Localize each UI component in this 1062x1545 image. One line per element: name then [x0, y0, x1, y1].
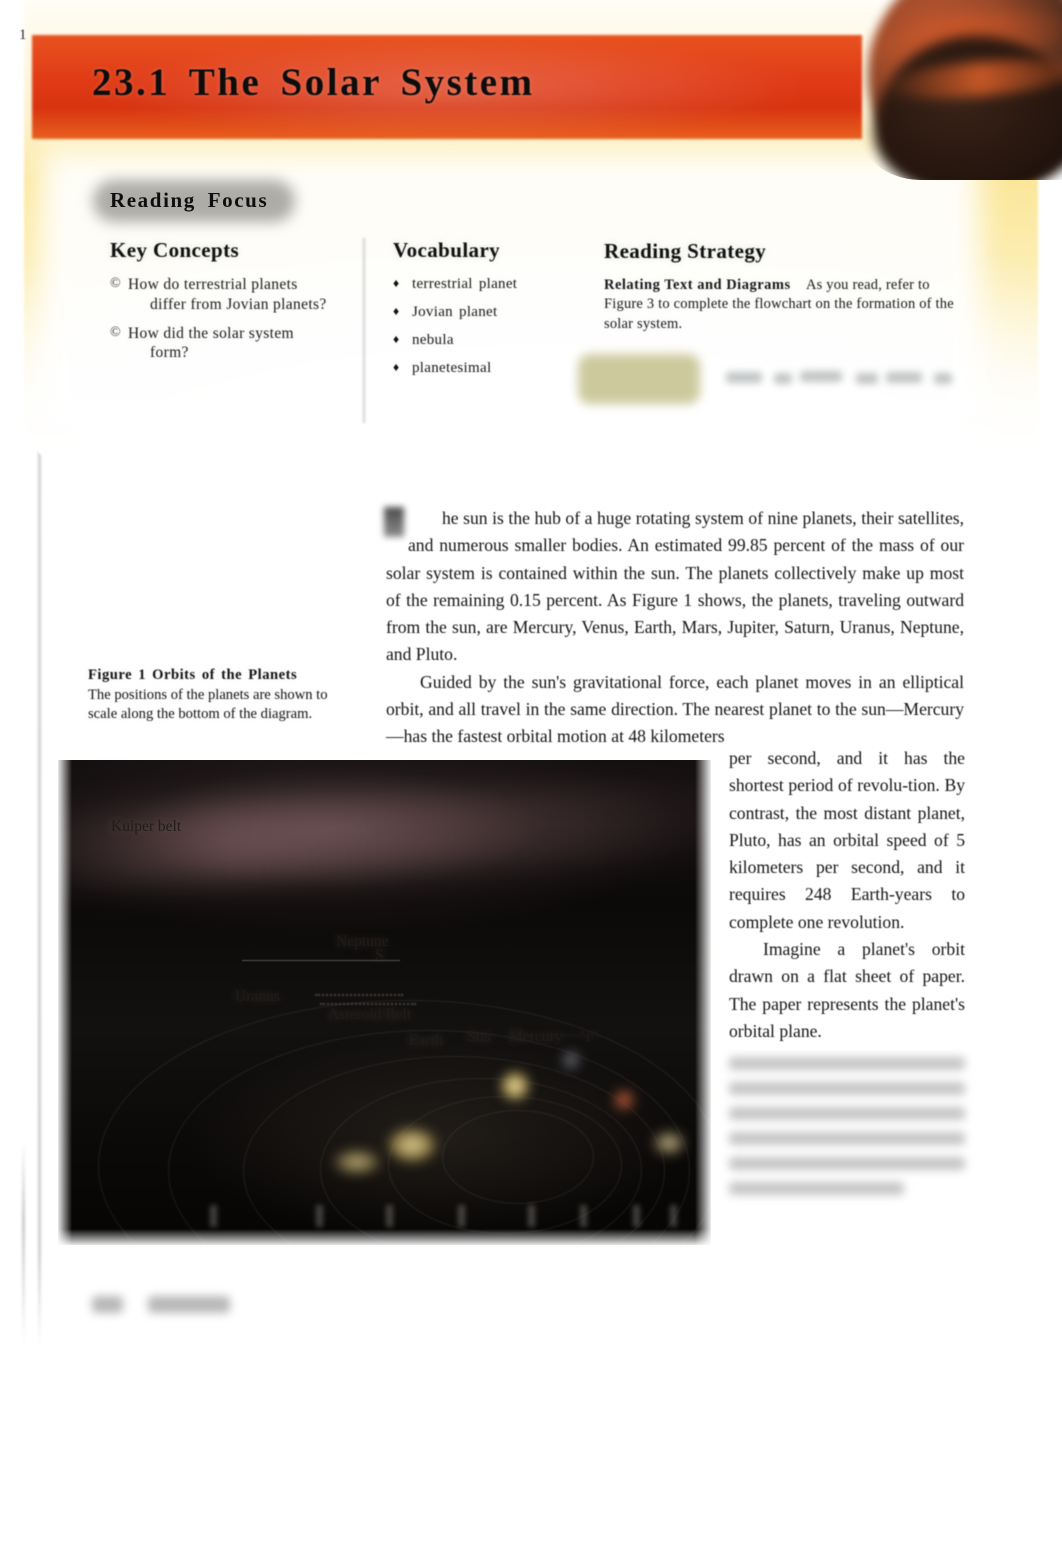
vocabulary-term: terrestrial planet — [412, 276, 518, 292]
page-title: 23.1 The Solar System — [92, 61, 535, 104]
reading-strategy-body: Relating Text and Diagrams As you read, … — [604, 276, 954, 334]
diamond-bullet-icon: ♦ — [393, 360, 400, 374]
textbook-page: 23.1 The Solar System 1 Reading Focus Ke… — [0, 0, 1062, 1545]
vocabulary-term: planetesimal — [412, 360, 492, 376]
drop-cap-letter — [384, 507, 404, 537]
figure-label-uranus: Uranus — [235, 988, 280, 1005]
left-margin-rule-lower — [22, 1140, 25, 1345]
vocabulary-item: ♦ terrestrial planet — [393, 275, 583, 293]
diamond-bullet-icon: ♦ — [393, 276, 400, 290]
key-concept-bullet-icon: © — [110, 324, 121, 340]
key-concept-item: © How did the solar system form? — [110, 324, 345, 364]
body-paragraph-3: Imagine a planet's orbit drawn on a flat… — [729, 939, 965, 1041]
key-concepts-heading: Key Concepts — [110, 238, 240, 262]
body-paragraph-1: he sun is the hub of a huge rotating sys… — [384, 507, 964, 665]
key-concept-line1: How did the solar system — [128, 324, 294, 342]
figure-label-earth: Earth — [409, 1032, 443, 1049]
body-paragraph-block: he sun is the hub of a huge rotating sys… — [384, 505, 964, 751]
vocabulary-heading: Vocabulary — [393, 238, 501, 262]
figure-caption: Figure 1 Orbits of the Planets The posit… — [88, 666, 338, 725]
vocabulary-column: Vocabulary ♦ terrestrial planet ♦ Jovian… — [393, 238, 583, 387]
flowchart-box — [578, 354, 700, 404]
reading-strategy-column: Reading Strategy Relating Text and Diagr… — [604, 239, 954, 334]
figure-caption-title: Figure 1 Orbits of the Planets — [88, 667, 298, 683]
figure-label-kuiper-belt: Kuiper belt — [111, 818, 182, 835]
reading-strategy-heading: Reading Strategy — [604, 239, 767, 263]
diamond-bullet-icon: ♦ — [393, 332, 400, 346]
vocabulary-term: nebula — [412, 332, 454, 348]
footer-page-marker — [92, 1296, 123, 1313]
key-concept-line2: differ from Jovian planets? — [150, 295, 327, 313]
planet-decoration-image — [850, 0, 1062, 180]
key-concept-text: How did the solar system form? — [128, 324, 345, 364]
body-paragraph-2-continued: per second, and it has the shortest peri… — [729, 748, 965, 932]
page-number: 1 — [19, 27, 27, 43]
key-concept-line1: How do terrestrial planets — [128, 276, 298, 293]
key-concept-line2: form? — [150, 344, 189, 362]
reading-focus-label: Reading Focus — [110, 188, 269, 212]
key-concept-item: © How do terrestrial planets differ from… — [110, 275, 345, 315]
diamond-bullet-icon: ♦ — [393, 304, 400, 318]
solar-system-diagram: Kuiper belt Neptune S Uranus Asteroid Be… — [58, 760, 711, 1245]
flowchart-graphic — [570, 344, 960, 416]
focus-column-divider — [363, 238, 365, 423]
body-narrow-column: per second, and it has the shortest peri… — [729, 745, 965, 1196]
figure-caption-body: The positions of the planets are shown t… — [88, 686, 328, 723]
figure-label-sun: Sun — [467, 1028, 492, 1045]
footer-chapter-label — [148, 1296, 230, 1313]
key-concept-bullet-icon: © — [110, 276, 121, 291]
vocabulary-item: ♦ Jovian planet — [393, 303, 583, 321]
vocabulary-item: ♦ planetesimal — [393, 359, 583, 377]
vocabulary-item: ♦ nebula — [393, 331, 583, 349]
figure-label-mercury: Mercury~~^r^ — [509, 1028, 599, 1045]
vocabulary-term: Jovian planet — [412, 304, 498, 320]
figure-label-asteroid-belt: Asteroid Belt — [328, 1006, 412, 1023]
key-concepts-column: Key Concepts © How do terrestrial planet… — [110, 238, 345, 372]
body-paragraph-2: Guided by the sun's gravitational force,… — [386, 671, 964, 747]
reading-strategy-name: Relating Text and Diagrams — [604, 277, 791, 293]
figure-label-s: S — [375, 947, 384, 964]
key-concept-text: How do terrestrial planets differ from J… — [128, 275, 345, 315]
